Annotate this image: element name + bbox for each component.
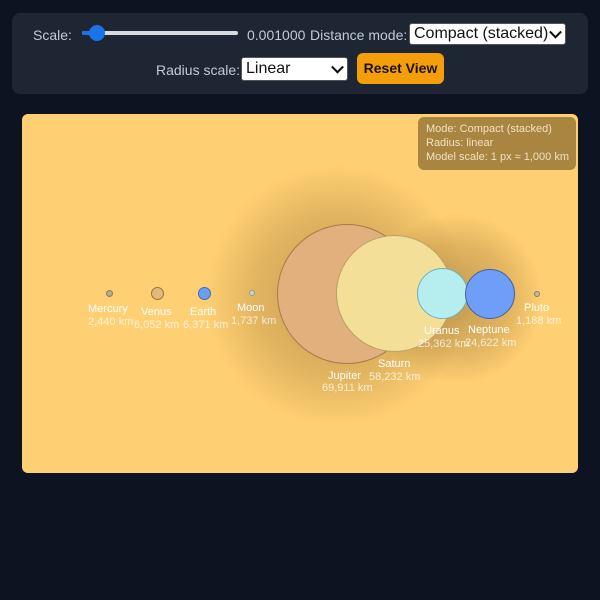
solar-system-canvas[interactable]: Mercury 2,440 km Venus 6,052 km Earth 6,… (22, 114, 578, 473)
distance-mode-select[interactable]: Compact (stacked) (409, 23, 566, 45)
info-radius: Radius: linear (426, 137, 494, 149)
moon[interactable] (249, 290, 255, 296)
info-mode: Mode: Compact (stacked) (426, 123, 552, 135)
planet-name: Moon (237, 302, 265, 314)
planet-name: Uranus (424, 325, 460, 337)
radius-scale-select[interactable]: Linear (241, 57, 348, 81)
scale-slider-thumb[interactable] (89, 25, 105, 41)
planet-mercury[interactable] (106, 290, 113, 297)
planet-name: Pluto (524, 302, 550, 314)
planet-diameter: 69,911 km (322, 382, 373, 394)
control-panel: Scale: 0.001000 Distance mode: Compact (… (12, 13, 588, 94)
planet-diameter: 58,232 km (369, 371, 421, 383)
planet-diameter: 1,188 km (516, 315, 562, 327)
distance-mode-label: Distance mode: (310, 27, 408, 43)
chevron-down-icon (331, 60, 344, 74)
distance-mode-value: Compact (stacked) (414, 25, 549, 42)
planet-earth[interactable] (198, 287, 211, 300)
radius-scale-value: Linear (246, 60, 291, 77)
radius-scale-label: Radius scale: (156, 62, 241, 78)
planet-diameter: 24,622 km (465, 337, 517, 349)
planet-diameter: 2,440 km (88, 316, 134, 328)
scale-slider[interactable] (82, 31, 238, 35)
planet-diameter: 25,362 km (418, 338, 470, 350)
planet-pluto[interactable] (534, 291, 540, 297)
planet-diameter: 6,052 km (134, 319, 180, 331)
info-model-scale: Model scale: 1 px ≈ 1,000 km (426, 151, 569, 163)
reset-view-button[interactable]: Reset View (357, 53, 444, 84)
planet-uranus[interactable] (417, 268, 468, 319)
info-panel: Mode: Compact (stacked) Radius: linear M… (418, 117, 576, 170)
planet-diameter: 1,737 km (231, 315, 277, 327)
planet-name: Earth (190, 306, 217, 318)
planet-diameter: 6,371 km (183, 319, 229, 331)
scale-value: 0.001000 (247, 27, 306, 43)
planet-name: Saturn (378, 358, 411, 370)
planet-name: Venus (141, 306, 172, 318)
planet-name: Neptune (468, 324, 510, 336)
scale-label: Scale: (33, 27, 72, 43)
planet-venus[interactable] (151, 287, 164, 300)
planet-neptune[interactable] (465, 269, 515, 319)
planet-name: Mercury (88, 303, 128, 315)
chevron-down-icon (549, 25, 562, 39)
